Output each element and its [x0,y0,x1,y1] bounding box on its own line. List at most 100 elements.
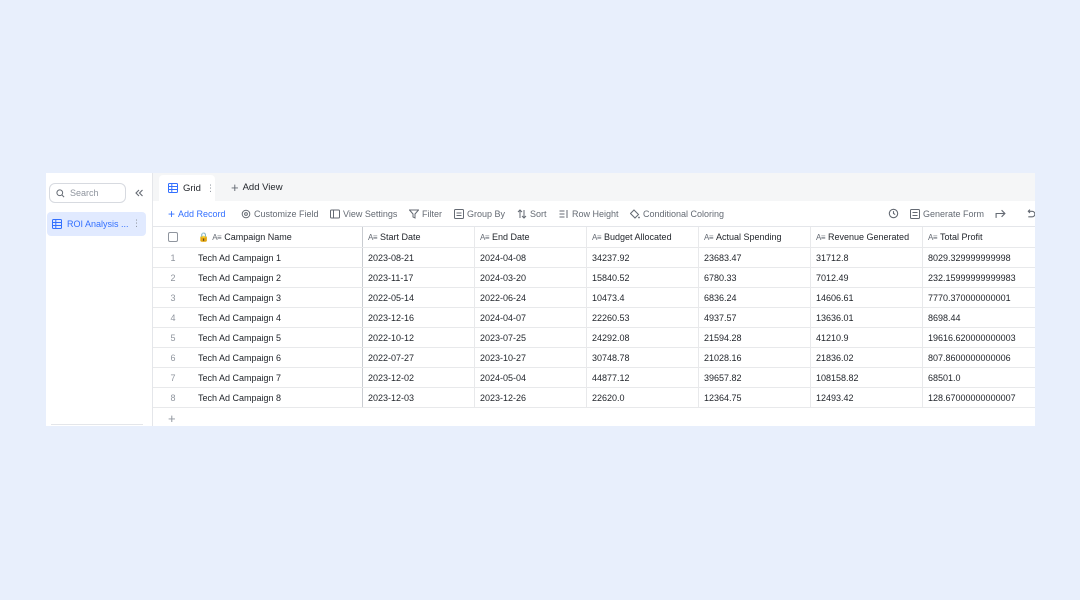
add-view-button[interactable]: + Add View [231,179,283,195]
cell-start-date[interactable]: 2023-11-17 [363,268,475,287]
cell-profit[interactable]: 7770.370000000001 [923,288,1035,307]
cell-start-date[interactable]: 2023-12-02 [363,368,475,387]
generate-form-button[interactable]: Generate Form [910,208,984,219]
column-header[interactable]: A≡ Start Date [363,227,475,247]
cell-budget[interactable]: 24292.08 [587,328,699,347]
table-row[interactable]: 2 Tech Ad Campaign 2 2023-11-17 2024-03-… [153,268,1035,288]
cell-end-date[interactable]: 2023-07-25 [475,328,587,347]
cell-end-date[interactable]: 2024-05-04 [475,368,587,387]
sort-icon [517,208,527,219]
cell-revenue[interactable]: 12493.42 [811,388,923,407]
row-number: 2 [170,272,176,283]
cell-end-date[interactable]: 2024-03-20 [475,268,587,287]
cell-budget[interactable]: 10473.4 [587,288,699,307]
cell-campaign-name[interactable]: Tech Ad Campaign 5 [193,328,363,347]
select-all-checkbox[interactable] [168,232,178,242]
cell-campaign-name[interactable]: Tech Ad Campaign 4 [193,308,363,327]
cell-revenue[interactable]: 21836.02 [811,348,923,367]
tab-label: Grid [183,182,201,194]
cell-start-date[interactable]: 2022-05-14 [363,288,475,307]
column-header[interactable]: A≡ End Date [475,227,587,247]
cell-end-date[interactable]: 2024-04-08 [475,248,587,267]
search-input[interactable]: Search [49,183,126,203]
select-all-cell[interactable] [153,227,193,247]
undo-button[interactable] [1025,208,1035,219]
cell-start-date[interactable]: 2023-08-21 [363,248,475,267]
conditional-coloring-button[interactable]: Conditional Coloring [630,209,724,219]
cell-spending[interactable]: 12364.75 [699,388,811,407]
cell-end-date[interactable]: 2024-04-07 [475,308,587,327]
table-row[interactable]: 8 Tech Ad Campaign 8 2023-12-03 2023-12-… [153,388,1035,408]
cell-end-date[interactable]: 2023-10-27 [475,348,587,367]
cell-budget[interactable]: 34237.92 [587,248,699,267]
cell-profit[interactable]: 8029.329999999998 [923,248,1035,267]
cell-campaign-name[interactable]: Tech Ad Campaign 3 [193,288,363,307]
text-field-icon: A≡ [592,232,602,242]
column-header[interactable]: A≡ Budget Allocated [587,227,699,247]
more-options-icon[interactable]: ⋮ [132,218,141,228]
cell-start-date[interactable]: 2022-07-27 [363,348,475,367]
cell-budget[interactable]: 30748.78 [587,348,699,367]
cell-revenue[interactable]: 13636.01 [811,308,923,327]
add-record-button[interactable]: + Add Record [168,208,226,220]
cell-campaign-name[interactable]: Tech Ad Campaign 2 [193,268,363,287]
table-row[interactable]: 5 Tech Ad Campaign 5 2022-10-12 2023-07-… [153,328,1035,348]
app-window: Search ROI Analysis ... ⋮ Grid ⋮ + Add V… [46,173,1035,426]
table-row[interactable]: 7 Tech Ad Campaign 7 2023-12-02 2024-05-… [153,368,1035,388]
cell-campaign-name[interactable]: Tech Ad Campaign 8 [193,388,363,407]
cell-spending[interactable]: 6780.33 [699,268,811,287]
cell-start-date[interactable]: 2023-12-16 [363,308,475,327]
cell-profit[interactable]: 232.15999999999983 [923,268,1035,287]
cell-end-date[interactable]: 2022-06-24 [475,288,587,307]
table-row[interactable]: 4 Tech Ad Campaign 4 2023-12-16 2024-04-… [153,308,1035,328]
view-settings-button[interactable]: View Settings [330,209,397,219]
column-header[interactable]: 🔒 A≡ Campaign Name [193,227,363,247]
column-header[interactable]: A≡ Revenue Generated [811,227,923,247]
customize-field-button[interactable]: Customize Field [241,209,319,219]
cell-revenue[interactable]: 31712.8 [811,248,923,267]
more-options-icon[interactable]: ⋮ [206,183,215,194]
cell-spending[interactable]: 21594.28 [699,328,811,347]
sort-button[interactable]: Sort [517,209,547,219]
column-header[interactable]: A≡ Actual Spending [699,227,811,247]
table-row[interactable]: 6 Tech Ad Campaign 6 2022-07-27 2023-10-… [153,348,1035,368]
column-header[interactable]: A≡ Total Profit [923,227,1035,247]
cell-start-date[interactable]: 2023-12-03 [363,388,475,407]
collapse-sidebar-button[interactable] [132,186,146,200]
cell-profit[interactable]: 128.67000000000007 [923,388,1035,407]
cell-spending[interactable]: 21028.16 [699,348,811,367]
row-number: 4 [170,312,176,323]
share-button[interactable] [995,208,1009,219]
column-header-label: Total Profit [940,232,983,242]
cell-campaign-name[interactable]: Tech Ad Campaign 7 [193,368,363,387]
cell-revenue[interactable]: 14606.61 [811,288,923,307]
cell-profit[interactable]: 19616.620000000003 [923,328,1035,347]
history-button[interactable] [888,208,902,219]
cell-revenue[interactable]: 7012.49 [811,268,923,287]
tab-grid[interactable]: Grid ⋮ [159,175,215,201]
cell-budget[interactable]: 22620.0 [587,388,699,407]
cell-budget[interactable]: 22260.53 [587,308,699,327]
table-row[interactable]: 1 Tech Ad Campaign 1 2023-08-21 2024-04-… [153,248,1035,268]
add-row-button[interactable]: + [153,408,1035,426]
cell-end-date[interactable]: 2023-12-26 [475,388,587,407]
cell-revenue[interactable]: 41210.9 [811,328,923,347]
cell-spending[interactable]: 6836.24 [699,288,811,307]
cell-budget[interactable]: 15840.52 [587,268,699,287]
cell-start-date[interactable]: 2022-10-12 [363,328,475,347]
table-row[interactable]: 3 Tech Ad Campaign 3 2022-05-14 2022-06-… [153,288,1035,308]
cell-spending[interactable]: 23683.47 [699,248,811,267]
cell-campaign-name[interactable]: Tech Ad Campaign 6 [193,348,363,367]
cell-revenue[interactable]: 108158.82 [811,368,923,387]
cell-profit[interactable]: 68501.0 [923,368,1035,387]
row-height-button[interactable]: Row Height [559,209,619,219]
group-by-button[interactable]: Group By [454,208,505,219]
cell-campaign-name[interactable]: Tech Ad Campaign 1 [193,248,363,267]
sidebar-item-roi-analysis[interactable]: ROI Analysis ... ⋮ [47,212,146,236]
cell-budget[interactable]: 44877.12 [587,368,699,387]
cell-profit[interactable]: 8698.44 [923,308,1035,327]
cell-spending[interactable]: 4937.57 [699,308,811,327]
filter-button[interactable]: Filter [409,209,442,219]
cell-profit[interactable]: 807.8600000000006 [923,348,1035,367]
cell-spending[interactable]: 39657.82 [699,368,811,387]
